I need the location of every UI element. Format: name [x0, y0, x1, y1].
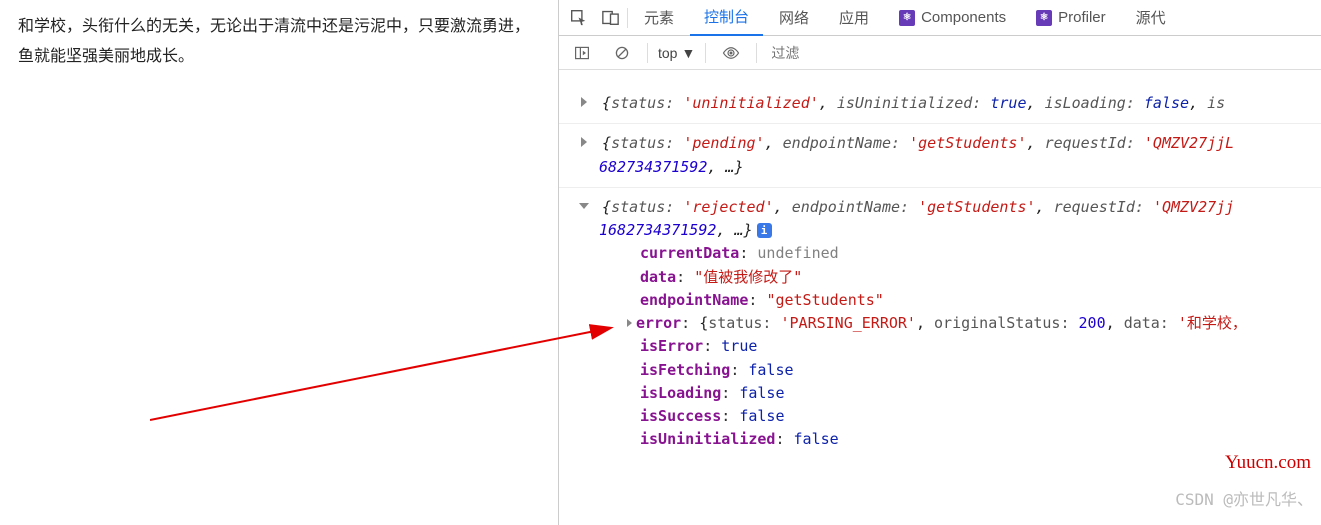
- console-toolbar: top ▼: [559, 36, 1321, 70]
- page-content: 和学校，头衔什么的无关，无论出于清流中还是污泥中，只要激流勇进，鱼就能坚强美丽地…: [0, 0, 558, 525]
- clear-console-icon[interactable]: [607, 38, 637, 68]
- devtools-tabs: 元素 控制台 网络 应用 ⚛ Components ⚛ Profiler 源代: [559, 0, 1321, 36]
- eye-icon[interactable]: [716, 38, 746, 68]
- expand-caret-icon[interactable]: [627, 319, 632, 327]
- expand-caret-icon[interactable]: [581, 137, 587, 147]
- tab-network[interactable]: 网络: [765, 0, 823, 36]
- tab-components[interactable]: ⚛ Components: [885, 0, 1020, 36]
- device-toggle-icon[interactable]: [595, 3, 625, 33]
- page-text: 和学校，头衔什么的无关，无论出于清流中还是污泥中，只要激流勇进，鱼就能坚强美丽地…: [18, 18, 530, 65]
- log-entry[interactable]: {status: 'pending', endpointName: 'getSt…: [559, 123, 1321, 187]
- expand-caret-icon[interactable]: [581, 97, 587, 107]
- tab-sources[interactable]: 源代: [1122, 0, 1180, 36]
- tab-elements[interactable]: 元素: [630, 0, 688, 36]
- log-entry-expanded[interactable]: {status: 'rejected', endpointName: 'getS…: [559, 187, 1321, 460]
- tab-profiler[interactable]: ⚛ Profiler: [1022, 0, 1120, 36]
- watermark-site: Yuucn.com: [1225, 448, 1311, 477]
- filter-input[interactable]: [767, 43, 956, 63]
- tab-console[interactable]: 控制台: [690, 0, 763, 36]
- react-icon: ⚛: [1036, 10, 1052, 26]
- toggle-sidebar-icon[interactable]: [567, 38, 597, 68]
- tab-application[interactable]: 应用: [825, 0, 883, 36]
- chevron-down-icon: ▼: [681, 45, 695, 61]
- watermark-author: CSDN @亦世凡华、: [1175, 488, 1313, 513]
- context-selector[interactable]: top ▼: [658, 45, 695, 61]
- info-icon[interactable]: i: [757, 223, 772, 238]
- console-output: {status: 'uninitialized', isUninitialize…: [559, 70, 1321, 525]
- inspect-icon[interactable]: [563, 3, 593, 33]
- devtools-panel: 元素 控制台 网络 应用 ⚛ Components ⚛ Profiler 源代: [558, 0, 1321, 525]
- log-entry[interactable]: {status: 'uninitialized', isUninitialize…: [559, 84, 1321, 123]
- react-icon: ⚛: [899, 10, 915, 26]
- collapse-caret-icon[interactable]: [579, 203, 589, 209]
